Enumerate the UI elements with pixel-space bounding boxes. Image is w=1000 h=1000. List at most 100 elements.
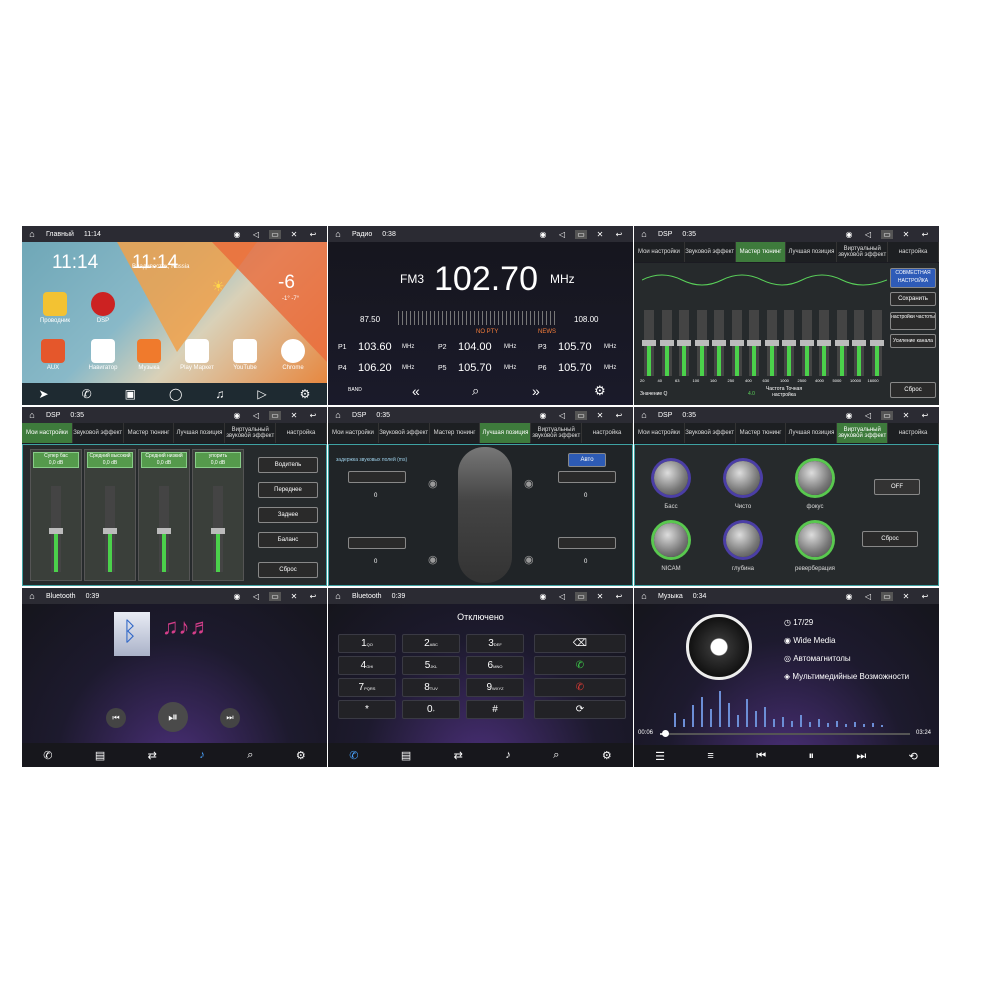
app-youtube[interactable]: YouTube [228,339,262,371]
volume-icon[interactable]: ◁ [250,592,262,601]
tab-master-tuning[interactable]: Мастер тюнинг [430,423,481,443]
window-icon[interactable]: ▭ [881,591,893,601]
effect-slider[interactable] [157,486,171,572]
nicam-knob[interactable] [654,523,688,557]
circle-icon[interactable]: ◯ [169,387,182,401]
tab-sound-effect[interactable]: Звуковой эффект [379,423,430,443]
eq-band-slider[interactable] [747,310,761,376]
home-icon[interactable]: ⌂ [328,410,348,420]
auto-button[interactable]: Авто [568,453,606,467]
close-icon[interactable]: ✕ [900,411,912,420]
search-icon[interactable]: ⌕ [553,749,559,762]
off-toggle[interactable]: OFF [874,479,920,495]
back-icon[interactable]: ↩ [307,592,319,601]
close-icon[interactable]: ✕ [288,592,300,601]
phone-icon[interactable]: ✆ [82,387,92,401]
key-9[interactable]: 9WXYZ [466,678,524,697]
call-icon[interactable]: ✆ [534,656,626,675]
key-3[interactable]: 3DEF [466,634,524,653]
previous-icon[interactable]: ⏮ [756,750,766,763]
radio-icon[interactable]: ▣ [125,387,136,401]
reverb-knob[interactable] [798,523,832,557]
tab-settings[interactable]: настройка [888,423,939,443]
tab-virtual-effect[interactable]: Виртуальный звуковой эффект [837,242,889,262]
back-icon[interactable]: ↩ [613,230,625,239]
tab-best-position[interactable]: Лучшая позиция [174,423,226,443]
next-icon[interactable]: ⏭ [220,708,240,728]
home-icon[interactable]: ⌂ [22,410,42,420]
home-icon[interactable]: ⌂ [634,591,654,601]
app-explorer[interactable]: Проводник [38,292,72,324]
call-log-icon[interactable]: ⇄ [454,749,463,762]
hang-up-icon[interactable]: ✆ [534,678,626,697]
delay-bar-front-right[interactable] [558,471,616,483]
key-5[interactable]: 5JKL [402,656,460,675]
tab-best-position[interactable]: Лучшая позиция [786,242,838,262]
preset-6[interactable]: 105.70 [558,362,592,374]
preset-3[interactable]: 105.70 [558,341,592,353]
tab-sound-effect[interactable]: Звуковой эффект [685,423,736,443]
app-aux[interactable]: AUX [36,339,70,371]
back-icon[interactable]: ↩ [919,411,931,420]
home-icon[interactable]: ⌂ [22,591,42,601]
play-icon[interactable]: ▷ [257,387,266,401]
tab-best-position[interactable]: Лучшая позиция [786,423,838,443]
eq-band-slider[interactable] [764,310,779,376]
previous-icon[interactable]: ⏮ [106,708,126,728]
music-icon[interactable]: ♫ [215,387,224,401]
tab-settings[interactable]: настройка [888,242,939,262]
call-log-icon[interactable]: ⇄ [148,749,157,762]
contacts-icon[interactable]: ▤ [95,749,105,762]
eq-band-slider[interactable] [799,310,814,376]
window-icon[interactable]: ▭ [881,229,893,239]
home-icon[interactable]: ⌂ [634,229,654,239]
key-0[interactable]: 0+ [402,700,460,719]
key-1[interactable]: 1QO [338,634,396,653]
tab-virtual-effect[interactable]: Виртуальный звуковой эффект [225,423,277,443]
eq-band-slider[interactable] [694,310,709,376]
window-icon[interactable]: ▭ [269,591,281,601]
volume-icon[interactable]: ◁ [556,230,568,239]
search-icon[interactable]: ⌕ [247,749,253,762]
back-icon[interactable]: ↩ [919,592,931,601]
eq-band-slider[interactable] [817,310,831,376]
save-button[interactable]: Сохранить [890,292,936,306]
settings-icon[interactable]: ⚙ [296,749,306,762]
bt-music-icon[interactable]: ♪ [505,749,511,761]
eq-band-slider[interactable] [869,310,884,376]
eq-band-slider[interactable] [852,310,866,376]
key-4[interactable]: 4GHI [338,656,396,675]
tab-virtual-effect[interactable]: Виртуальный звуковой эффект [837,423,889,443]
eq-band-slider[interactable] [642,310,656,376]
playlist-icon[interactable]: ☰ [655,750,665,763]
repeat-icon[interactable]: ⟲ [909,750,918,763]
bt-music-icon[interactable]: ♪ [199,749,205,761]
driver-button[interactable]: Водитель [258,457,318,473]
window-icon[interactable]: ▭ [575,410,587,420]
eq-band-slider[interactable] [712,310,726,376]
volume-icon[interactable]: ◁ [250,230,262,239]
volume-icon[interactable]: ◁ [250,411,262,420]
rear-button[interactable]: Заднее [258,507,318,523]
home-icon[interactable]: ⌂ [22,229,42,239]
channel-gain-button[interactable]: Усиление канала [890,334,936,348]
tab-settings[interactable]: настройка [582,423,633,443]
tab-sound-effect[interactable]: Звуковой эффект [685,242,736,262]
app-music[interactable]: Музыка [132,339,166,371]
play-pause-icon[interactable]: ⏯ [158,702,188,732]
eq-band-slider[interactable] [729,310,744,376]
volume-icon[interactable]: ◁ [862,230,874,239]
volume-icon[interactable]: ◁ [862,592,874,601]
eq-band-slider[interactable] [659,310,674,376]
key-6[interactable]: 6MNO [466,656,524,675]
phone-icon[interactable]: ✆ [43,749,52,762]
navigation-icon[interactable]: ➤ [39,387,49,401]
phone-icon[interactable]: ✆ [349,749,358,762]
window-icon[interactable]: ▭ [269,410,281,420]
pause-icon[interactable]: ⏸ [808,750,814,763]
eq-band-slider[interactable] [677,310,691,376]
eq-band-slider[interactable] [834,310,849,376]
effect-slider[interactable] [49,486,63,572]
app-chrome[interactable]: Chrome [276,339,310,371]
close-icon[interactable]: ✕ [594,411,606,420]
